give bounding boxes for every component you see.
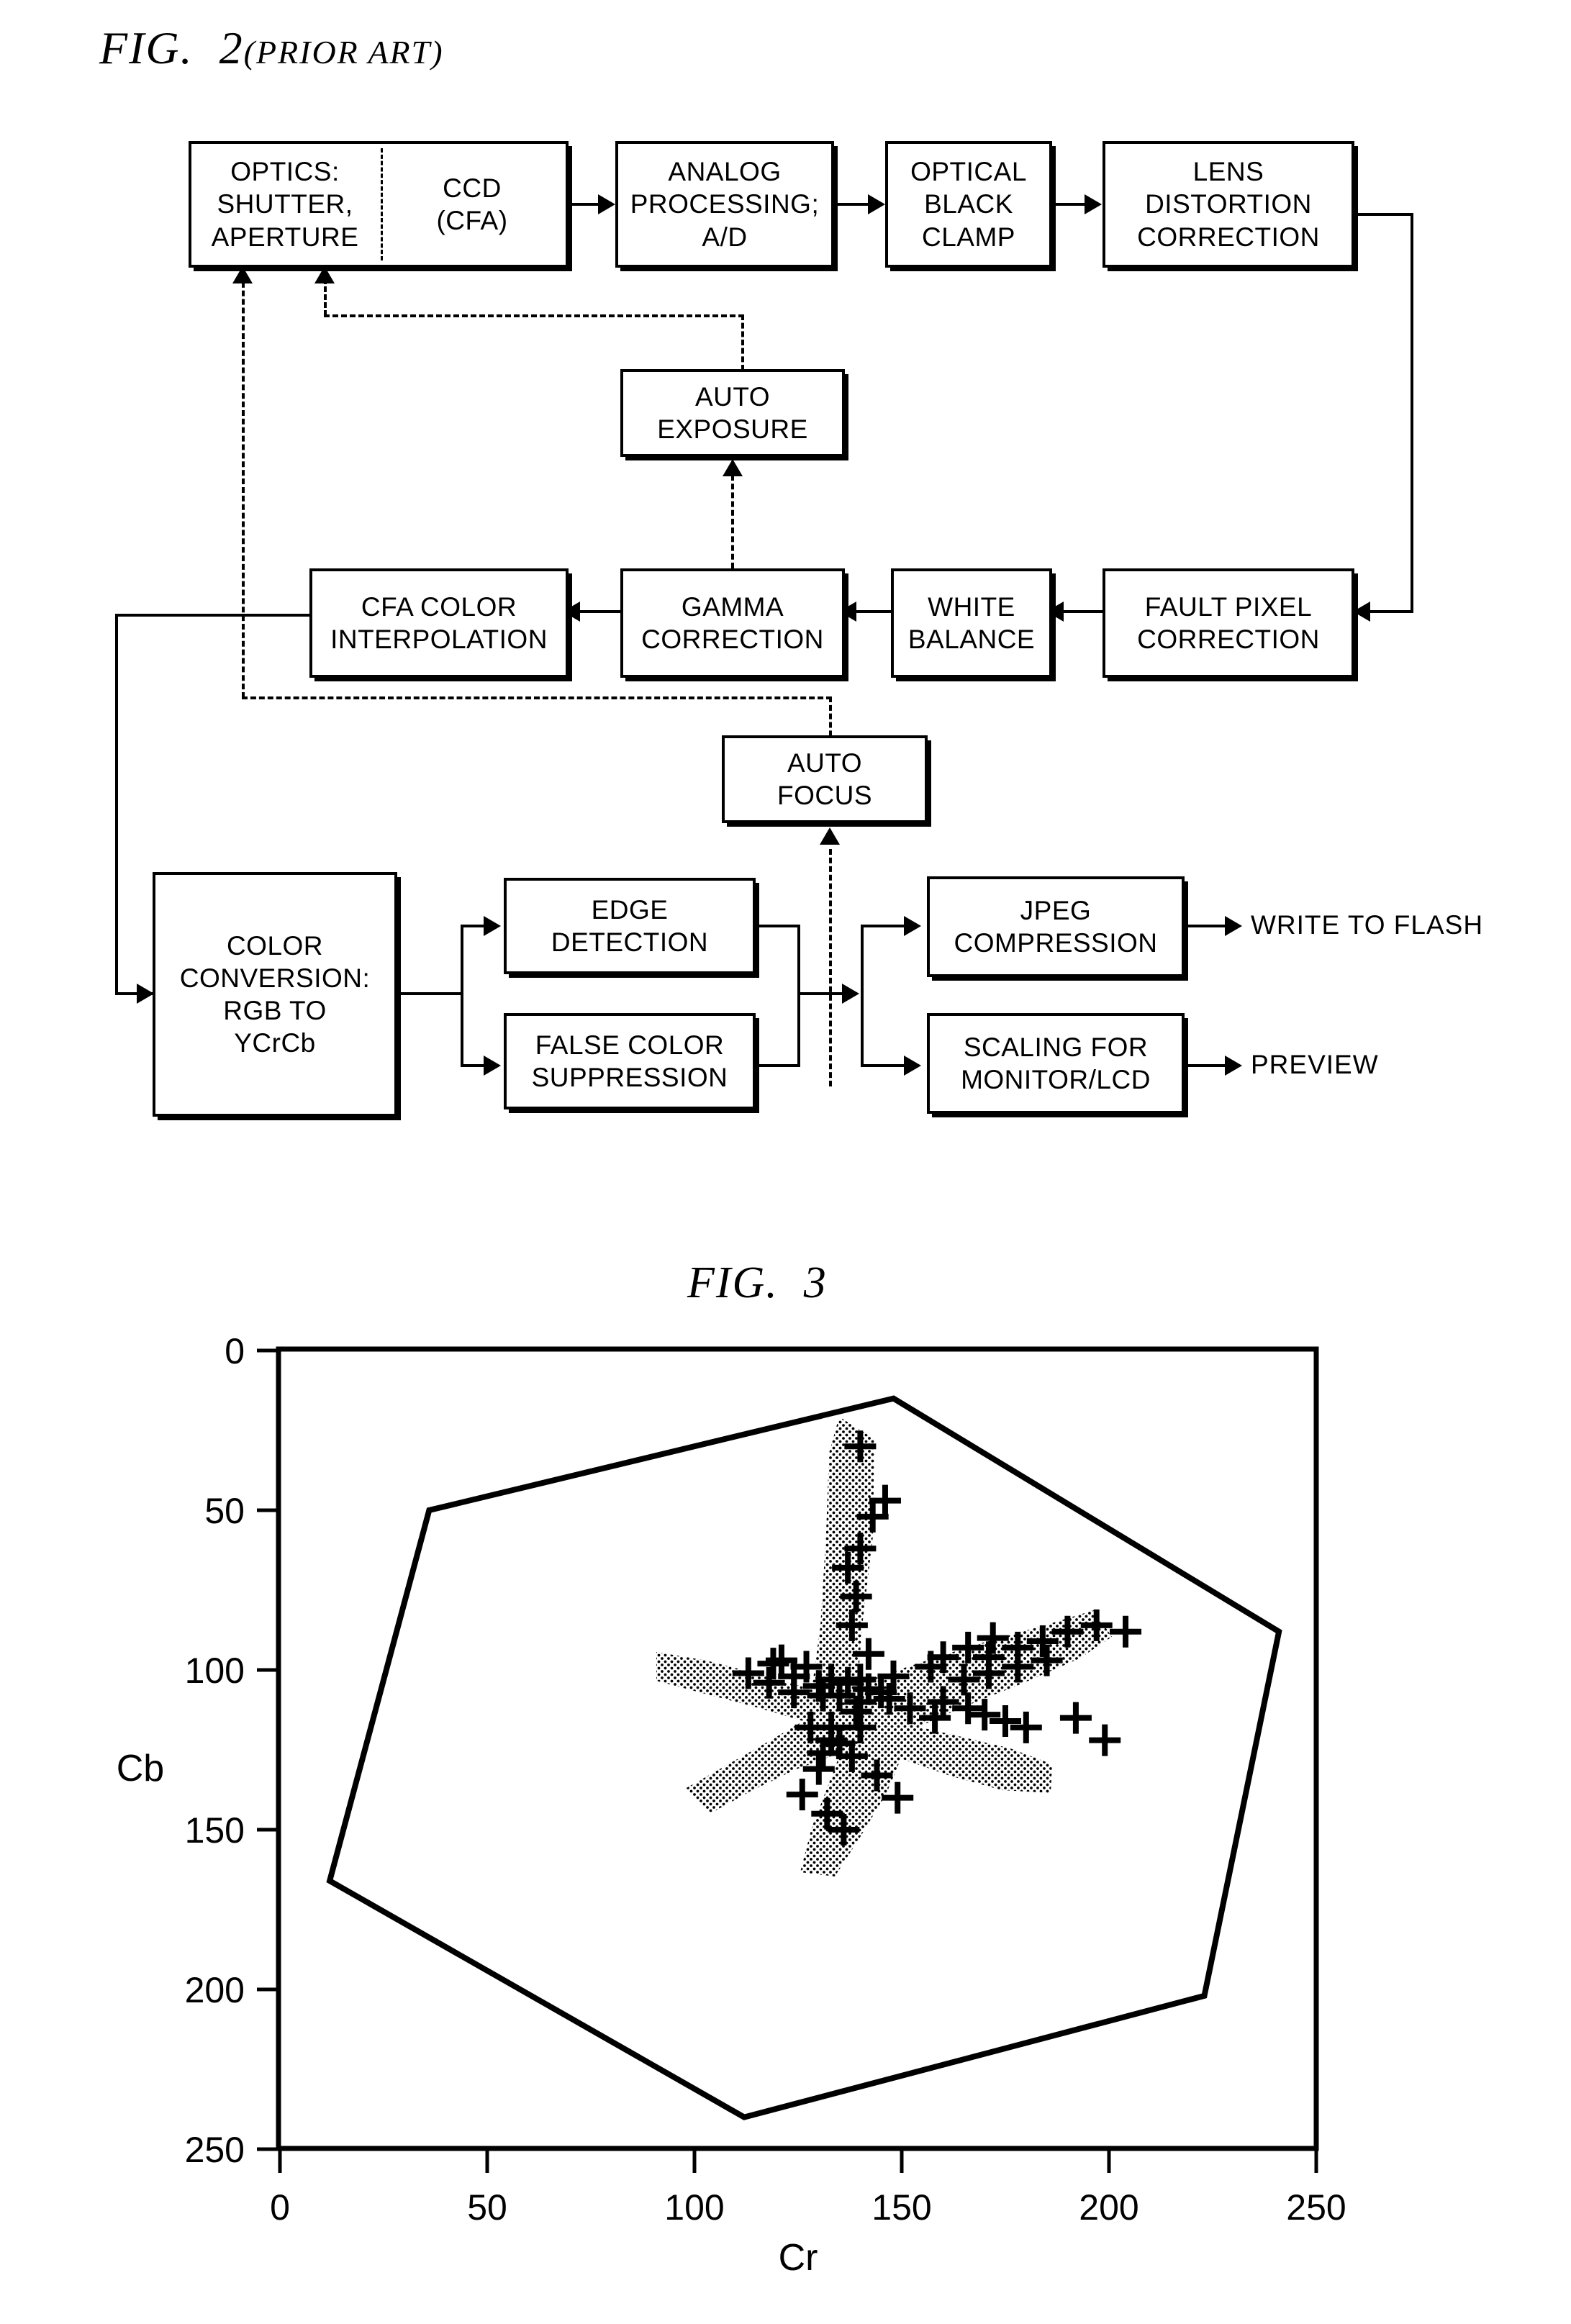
connector-scaling-to-preview [1185,1064,1229,1067]
y-axis-ticks [257,1348,279,2151]
connector-lens-right-out [1354,213,1413,216]
arrowhead-dashed-junction-to-autofocus [820,827,840,845]
dashed-junction-to-autofocus [829,849,832,1086]
node-optical-black-clamp-label: OPTICAL BLACK CLAMP [910,157,1027,252]
node-gamma-correction-label: GAMMA CORRECTION [641,591,824,654]
node-analog-processing-label: ANALOG PROCESSING; A/D [630,157,820,252]
arrowhead-rail-to-jpeg [904,916,921,936]
svg-text:150: 150 [185,1810,245,1851]
node-auto-exposure[interactable]: AUTO EXPOSURE [620,369,845,457]
node-jpeg-compression[interactable]: JPEG COMPRESSION [927,876,1185,977]
svg-text:250: 250 [185,2130,245,2170]
chart-svg: 0 50 100 150 200 250 0 50 100 150 200 25… [117,1331,1346,2279]
connector-colorconv-out [397,992,463,995]
connector-edge-out [756,925,800,927]
node-white-balance-label: WHITE BALANCE [907,591,1036,654]
connector-rail-to-scaling [861,1064,908,1067]
dashed-autoexposure-to-optics-horiz [324,314,744,317]
node-fault-pixel-correction-label: FAULT PIXEL CORRECTION [1137,591,1320,654]
node-cfa-color-interpolation-label: CFA COLOR INTERPOLATION [330,591,548,654]
connector-merge-vert-b [861,925,864,1064]
connector-rail-to-jpeg [861,925,908,927]
node-color-conversion-label: COLOR CONVERSION: RGB TO YCrCb [179,930,371,1058]
dashed-gamma-to-autoexposure [731,475,734,568]
figure2-title-prior-art: (PRIOR ART) [243,34,444,71]
connector-jpeg-to-flash [1185,925,1229,927]
y-tick-labels: 0 50 100 150 200 250 [185,1331,245,2170]
arrowhead-split-to-falsecolor [484,1056,501,1076]
figure2-title-main: FIG. 2 [99,22,244,73]
arrowhead-ccd-to-analog [598,194,615,214]
arrowhead-analog-to-clamp [868,194,885,214]
svg-text:0: 0 [225,1331,245,1371]
node-optics-ccd[interactable]: OPTICS: SHUTTER, APERTURE CCD (CFA) [189,141,569,268]
node-false-color-suppression[interactable]: FALSE COLOR SUPPRESSION [504,1013,756,1109]
svg-text:250: 250 [1286,2187,1346,2228]
node-gamma-correction[interactable]: GAMMA CORRECTION [620,568,845,678]
svg-text:50: 50 [204,1491,245,1531]
arrowhead-merge-to-rail [842,984,859,1004]
svg-text:0: 0 [270,2187,290,2228]
arrowhead-dashed-to-ccd [314,266,335,283]
arrowhead-right-rail-to-fault [1353,602,1370,622]
output-write-to-flash: WRITE TO FLASH [1251,910,1484,940]
figure3-chart: 0 50 100 150 200 250 0 50 100 150 200 25… [0,1223,1571,2288]
node-analog-processing[interactable]: ANALOG PROCESSING; A/D [615,141,834,268]
patent-figure-page: FIG. 2(PRIOR ART) OPTICS: SHUTTER, APERT… [0,0,1571,2324]
node-lens-distortion-correction[interactable]: LENS DISTORTION CORRECTION [1103,141,1354,268]
arrowhead-clamp-to-lens [1085,194,1102,214]
connector-gamma-to-cfa [573,610,622,613]
node-color-conversion[interactable]: COLOR CONVERSION: RGB TO YCrCb [153,872,397,1117]
x-axis-ticks [278,2148,1318,2173]
connector-left-rail [115,614,118,995]
dashed-focus-feedback-horiz [242,696,832,699]
optics-ccd-divider [381,148,383,260]
node-jpeg-compression-label: JPEG COMPRESSION [954,895,1158,958]
svg-text:100: 100 [185,1651,245,1691]
output-preview: PREVIEW [1251,1050,1379,1079]
x-axis-label: Cr [779,2237,818,2279]
node-auto-focus[interactable]: AUTO FOCUS [722,735,928,823]
node-edge-detection-label: EDGE DETECTION [551,894,709,957]
svg-text:150: 150 [871,2187,931,2228]
node-lens-distortion-correction-label: LENS DISTORTION CORRECTION [1137,157,1320,252]
node-white-balance[interactable]: WHITE BALANCE [891,568,1052,678]
connector-falsecolor-out [756,1064,800,1067]
svg-text:200: 200 [1079,2187,1138,2228]
y-axis-label: Cb [117,1748,164,1789]
node-cfa-color-interpolation[interactable]: CFA COLOR INTERPOLATION [309,568,569,678]
connector-analog-to-clamp [834,203,869,206]
node-false-color-suppression-label: FALSE COLOR SUPPRESSION [531,1030,728,1092]
node-fault-pixel-correction[interactable]: FAULT PIXEL CORRECTION [1103,568,1354,678]
connector-split-left-vert [461,925,463,1067]
connector-right-rail-to-fault [1364,610,1413,613]
dashed-autoexposure-to-optics-vert [741,314,744,371]
node-auto-exposure-label: AUTO EXPOSURE [657,381,808,444]
node-optics-label: OPTICS: SHUTTER, APERTURE [211,157,359,252]
connector-cfa-left-out [115,614,311,617]
svg-text:50: 50 [467,2187,507,2228]
node-optical-black-clamp[interactable]: OPTICAL BLACK CLAMP [885,141,1052,268]
connector-ccd-to-analog [569,203,599,206]
node-edge-detection[interactable]: EDGE DETECTION [504,878,756,974]
arrowhead-scaling-to-preview [1225,1056,1242,1076]
connector-right-rail [1411,213,1413,613]
node-ccd-label: CCD (CFA) [436,173,508,235]
figure2-title: FIG. 2(PRIOR ART) [99,22,444,75]
connector-clamp-to-lens [1052,203,1085,206]
arrowhead-jpeg-to-flash [1225,916,1242,936]
arrowhead-split-to-edge [484,916,501,936]
node-scaling-monitor-lcd[interactable]: SCALING FOR MONITOR/LCD [927,1013,1185,1114]
arrowhead-rail-to-scaling [904,1056,921,1076]
arrowhead-dashed-gamma-to-autoexposure [723,459,743,476]
x-tick-labels: 0 50 100 150 200 250 [270,2187,1346,2228]
node-auto-focus-label: AUTO FOCUS [777,748,872,810]
svg-text:100: 100 [664,2187,724,2228]
dashed-focus-feedback-vert [242,273,245,698]
node-scaling-monitor-lcd-label: SCALING FOR MONITOR/LCD [961,1032,1151,1094]
arrowhead-left-rail-to-colorconv [137,984,154,1004]
arrowhead-dashed-focus-to-optics [232,266,253,283]
svg-text:200: 200 [185,1970,245,2010]
